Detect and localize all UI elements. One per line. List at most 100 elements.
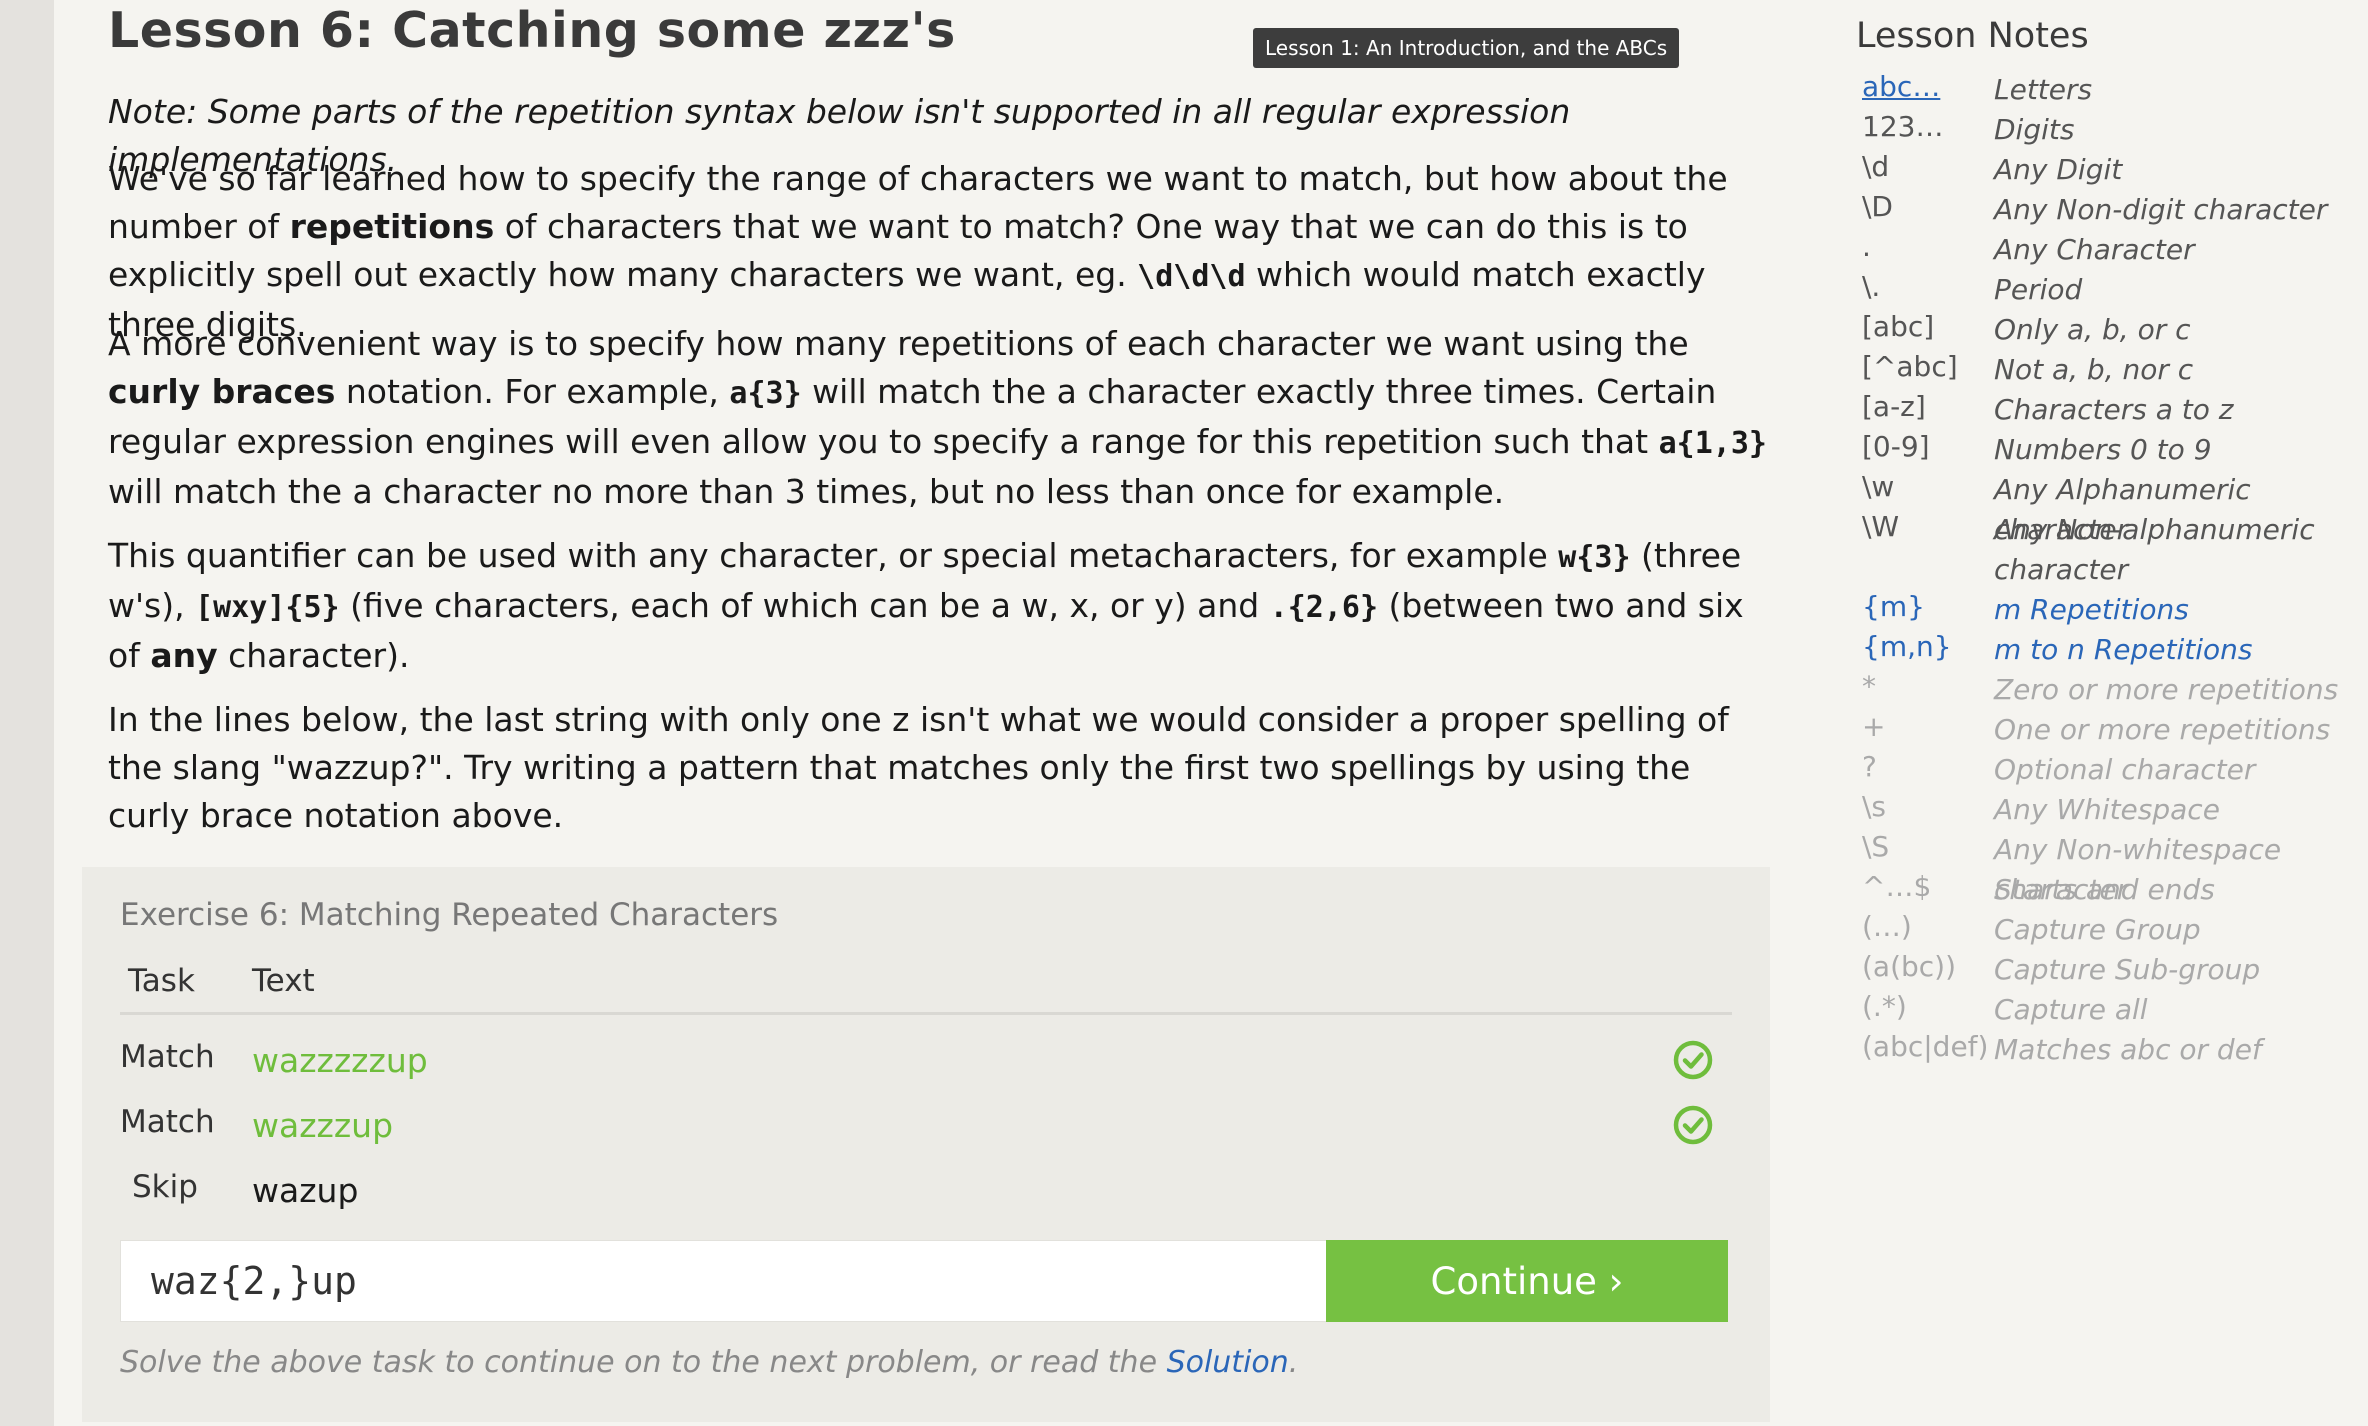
note-item: \. Period [1856, 270, 2368, 310]
paragraph-4: In the lines below, the last string with… [108, 700, 1729, 835]
note-item: [a-z] Characters a to z [1856, 390, 2368, 430]
lesson-title: Lesson 6: Catching some zzz's [108, 2, 956, 59]
p1-code: \d\d\d [1137, 259, 1246, 294]
note-symbol: 123… [1862, 110, 1944, 143]
task-type: Match [120, 1039, 215, 1075]
note-symbol[interactable]: abc… [1862, 70, 1940, 103]
task-row: Match wazzzzzup [82, 1027, 1770, 1087]
note-symbol: \w [1862, 470, 1895, 503]
note-description: Any Digit [1994, 153, 2123, 186]
note-symbol: [^abc] [1862, 350, 1958, 383]
note-description: Any Non-alphanumeric character [1994, 513, 2315, 586]
note-item: \s Any Whitespace [1856, 790, 2368, 830]
note-description: Any Whitespace [1994, 793, 2220, 826]
note-description: m to n Repetitions [1994, 633, 2253, 666]
note-description: One or more repetitions [1994, 713, 2331, 746]
note-item: \S Any Non-whitespace character [1856, 830, 2368, 906]
note-item: \W Any Non-alphanumeric character [1856, 510, 2368, 590]
note-description: Capture Group [1994, 913, 2201, 946]
check-circle-icon [1673, 1105, 1713, 1145]
note-symbol: (abc|def) [1862, 1030, 1989, 1063]
helper-suffix: . [1288, 1345, 1299, 1380]
note-description: m Repetitions [1994, 593, 2189, 626]
p2-code: a{1,3} [1658, 426, 1767, 461]
p1-bold-repetitions: repetitions [289, 207, 495, 246]
helper-prefix: Solve the above task to continue on to t… [120, 1345, 1167, 1380]
note-symbol: ? [1862, 750, 1877, 783]
note-description: Letters [1994, 73, 2093, 106]
note-item: . Any Character [1856, 230, 2368, 270]
note-symbol: \W [1862, 510, 1900, 543]
note-description: Period [1994, 273, 2083, 306]
p2-code: a{3} [729, 376, 802, 411]
p3-text: This quantifier can be used with any cha… [108, 536, 1559, 575]
column-header-text: Text [252, 963, 315, 999]
task-row: Skip wazup [82, 1157, 1770, 1217]
note-item: ^…$ Starts and ends [1856, 870, 2368, 910]
task-type: Match [120, 1104, 215, 1140]
p3-code: .{2,6} [1269, 590, 1379, 625]
note-item: \D Any Non-digit character [1856, 190, 2368, 230]
lesson-notes-title: Lesson Notes [1856, 16, 2089, 56]
paragraph-3: This quantifier can be used with any cha… [108, 532, 1778, 680]
regex-input[interactable] [120, 1240, 1326, 1322]
note-symbol: + [1862, 710, 1886, 743]
note-description: Zero or more repetitions [1994, 673, 2339, 706]
note-symbol: \s [1862, 790, 1887, 823]
note-item: (…) Capture Group [1856, 910, 2368, 950]
p3-code: w{3} [1558, 540, 1631, 575]
note-item: \w Any Alphanumeric character [1856, 470, 2368, 546]
note-description: Optional character [1994, 753, 2256, 786]
note-symbol: (.*) [1862, 990, 1907, 1023]
lesson-notes-sidebar: Lesson Notes abc… Letters 123… Digits \d An… [1856, 16, 2368, 1070]
answer-row: Continue › [120, 1240, 1728, 1322]
note-symbol: \d [1862, 150, 1890, 183]
note-description: Digits [1994, 113, 2075, 146]
note-symbol: * [1862, 670, 1876, 703]
paragraph-2: A more convenient way is to specify how … [108, 320, 1778, 516]
task-type: Skip [132, 1169, 198, 1205]
note-description: Not a, b, nor c [1994, 353, 2194, 386]
note-item: 123… Digits [1856, 110, 2368, 150]
p2-text: A more convenient way is to specify how … [108, 324, 1689, 363]
continue-button[interactable]: Continue › [1326, 1240, 1728, 1322]
note-symbol: [a-z] [1862, 390, 1926, 423]
p3-bold-any: any [150, 636, 218, 675]
lesson-tooltip: Lesson 1: An Introduction, and the ABCs [1253, 28, 1680, 68]
note-description: Any Non-digit character [1994, 193, 2328, 226]
note-description: Any Character [1994, 233, 2195, 266]
note-description: Matches abc or def [1994, 1033, 2262, 1066]
note-item: {m} m Repetitions [1856, 590, 2368, 630]
note-symbol: [0-9] [1862, 430, 1930, 463]
note-symbol: (…) [1862, 910, 1912, 943]
note-symbol: (a(bc)) [1862, 950, 1957, 983]
note-symbol: . [1862, 230, 1871, 263]
task-row: Match wazzzup [82, 1092, 1770, 1152]
p2-text: notation. For example, [335, 372, 730, 411]
left-edge-strip [0, 0, 54, 1426]
note-description: Numbers 0 to 9 [1994, 433, 2212, 466]
exercise-title: Exercise 6: Matching Repeated Characters [120, 897, 779, 933]
note-item: \d Any Digit [1856, 150, 2368, 190]
note-item: [0-9] Numbers 0 to 9 [1856, 430, 2368, 470]
task-string: wazzzup [252, 1106, 394, 1145]
note-description: Only a, b, or c [1994, 313, 2191, 346]
p3-code: [wxy]{5} [195, 590, 340, 625]
task-string: wazzzzzup [252, 1041, 428, 1080]
note-description: Starts and ends [1994, 873, 2215, 906]
note-item: + One or more repetitions [1856, 710, 2368, 750]
solution-link[interactable]: Solution [1167, 1345, 1289, 1380]
note-item: [abc] Only a, b, or c [1856, 310, 2368, 350]
p2-bold-curly-braces: curly braces [108, 372, 336, 411]
note-item: (a(bc)) Capture Sub-group [1856, 950, 2368, 990]
note-description: Capture all [1994, 993, 2148, 1026]
check-circle-icon [1673, 1040, 1713, 1080]
note-item: (abc|def) Matches abc or def [1856, 1030, 2368, 1070]
note-item[interactable]: abc… Letters [1856, 70, 2368, 110]
note-symbol: ^…$ [1862, 870, 1932, 903]
note-item: ? Optional character [1856, 750, 2368, 790]
note-symbol: \S [1862, 830, 1890, 863]
note-item: (.*) Capture all [1856, 990, 2368, 1030]
task-string: wazup [252, 1171, 359, 1210]
exercise-panel: Exercise 6: Matching Repeated Characters… [82, 867, 1770, 1422]
